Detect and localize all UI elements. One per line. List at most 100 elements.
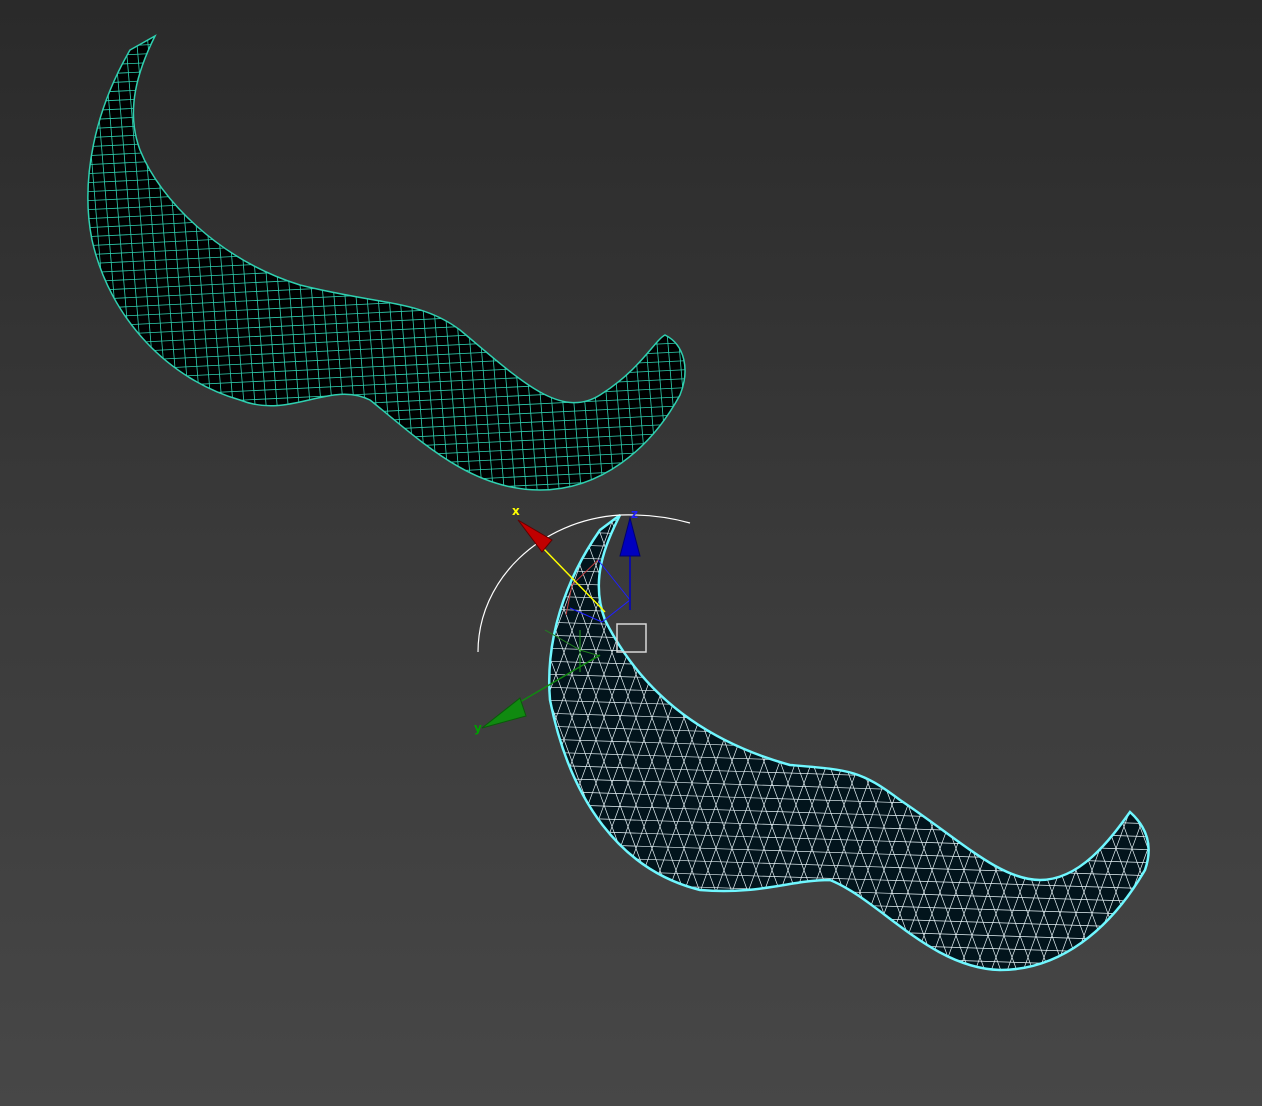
wire-edge: [1180, 500, 1262, 990]
wire-edge: [321, 36, 363, 490]
wire-edge: [280, 500, 460, 990]
wire-edge: [0, 20, 21, 500]
wire-edge: [711, 515, 893, 970]
y-axis-label: y: [474, 721, 482, 735]
wire-edge: [795, 20, 835, 500]
z-axis-arrow[interactable]: [619, 516, 641, 557]
wire-edge: [156, 500, 336, 990]
wire-edge: [1131, 515, 1149, 970]
wire-edge: [120, 500, 300, 990]
wire-edge: [172, 500, 352, 990]
wire-edge: [1143, 515, 1149, 970]
z-axis-label: z: [631, 507, 638, 521]
wire-edge: [87, 125, 685, 157]
wire-edge: [1192, 500, 1262, 990]
wire-edge: [549, 582, 1149, 604]
wire-edge: [14, 20, 54, 500]
wire-edge: [80, 0, 700, 30]
wire-edge: [277, 36, 319, 490]
wire-edge: [1111, 515, 1149, 970]
wire-edge: [0, 500, 128, 990]
wire-edge: [87, 89, 685, 121]
wire-edge: [188, 500, 368, 990]
wire-edge: [255, 36, 297, 490]
wire-edge: [707, 20, 747, 500]
wire-edge: [549, 959, 1149, 970]
wire-edge: [1212, 500, 1262, 990]
wire-edge: [673, 36, 685, 490]
wire-edge: [549, 515, 557, 970]
wire-edge: [184, 500, 364, 990]
wire-edge: [104, 500, 284, 990]
wire-edge: [1147, 515, 1149, 970]
wire-edge: [0, 500, 12, 990]
wire-edge: [751, 20, 791, 500]
wire-edge: [354, 36, 396, 490]
wire-edge: [284, 500, 464, 990]
wire-edge: [806, 20, 846, 500]
wire-edge: [87, 116, 685, 148]
wire-edge: [87, 80, 685, 112]
wire-edge: [1127, 515, 1149, 970]
wire-edge: [0, 500, 96, 990]
wire-edge: [540, 973, 1160, 993]
wire-edge: [0, 500, 176, 990]
wire-edge: [0, 500, 156, 990]
wire-edge: [1160, 500, 1262, 990]
y-axis-arrow[interactable]: [481, 697, 527, 729]
wire-edge: [549, 569, 1149, 591]
wire-edge: [0, 500, 28, 990]
wire-edge: [0, 20, 32, 500]
wire-edge: [740, 20, 780, 500]
wire-edge: [0, 500, 44, 990]
wire-edge: [779, 515, 961, 970]
wire-edge: [87, 36, 685, 40]
wire-edge: [300, 500, 480, 990]
x-axis-arrow[interactable]: [517, 519, 553, 553]
wire-edge: [540, 999, 1160, 1019]
wire-edge: [87, 179, 685, 211]
wire-edge: [1031, 515, 1149, 970]
wire-edge: [316, 500, 496, 990]
wire-edge: [87, 53, 685, 85]
wire-edge: [828, 20, 868, 500]
wire-edge: [0, 500, 160, 990]
wire-edge: [729, 20, 769, 500]
x-axis-label: x: [512, 504, 520, 518]
wire-edge: [549, 515, 577, 970]
wire-edge: [1099, 515, 1149, 970]
wire-edge: [0, 500, 60, 990]
wire-edge: [252, 500, 432, 990]
wire-edge: [817, 20, 857, 500]
wire-edge: [839, 20, 879, 500]
wire-edge: [715, 515, 897, 970]
wire-edge: [727, 515, 909, 970]
wire-edge: [0, 500, 112, 990]
wire-edge: [168, 500, 348, 990]
wire-edge: [718, 20, 758, 500]
wire-edge: [92, 500, 272, 990]
mustache-triangulated-mesh[interactable]: [0, 500, 1262, 1032]
wire-edge: [0, 20, 10, 500]
viewport-scene[interactable]: x y z: [0, 0, 1262, 1106]
wire-edge: [0, 500, 172, 990]
wire-edge: [1256, 500, 1262, 990]
wire-edge: [44, 500, 224, 990]
mustache-quad-mesh[interactable]: [0, 0, 879, 561]
wire-edge: [87, 152, 685, 184]
3d-viewport[interactable]: x y z: [0, 0, 1262, 1106]
wire-edge: [24, 500, 204, 990]
wire-edge: [87, 44, 685, 76]
wire-edge: [299, 36, 341, 490]
wire-edge: [310, 36, 352, 490]
wire-edge: [236, 500, 416, 990]
wire-edge: [87, 36, 685, 67]
wire-edge: [1047, 515, 1149, 970]
wire-edge: [1224, 500, 1262, 990]
wire-edge: [87, 98, 685, 130]
wire-edge: [1196, 500, 1262, 990]
wire-edge: [124, 500, 304, 990]
wire-edge: [72, 500, 252, 990]
wire-edge: [87, 134, 685, 166]
wire-edge: [0, 500, 108, 990]
